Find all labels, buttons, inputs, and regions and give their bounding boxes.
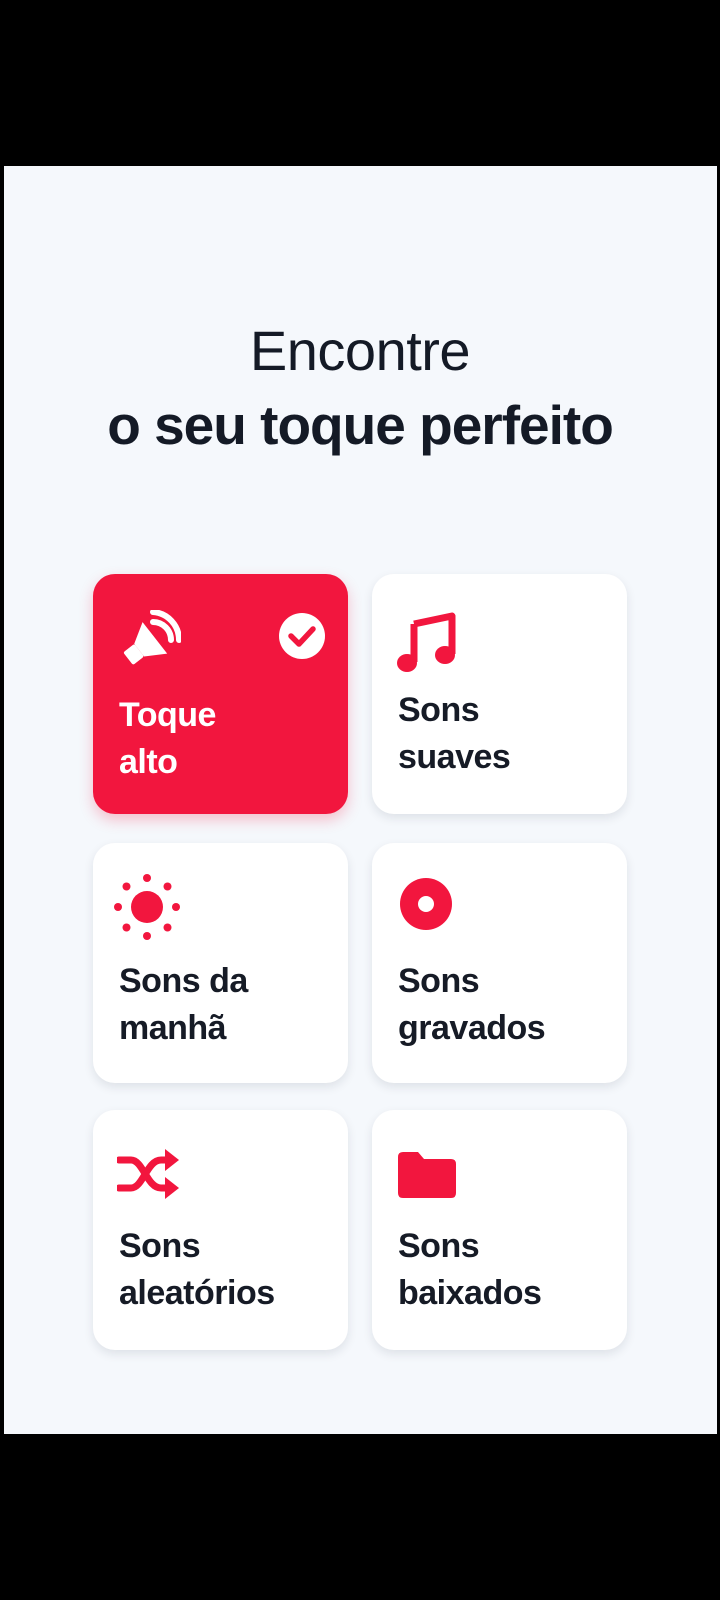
page-title-line2: o seu toque perfeito [107, 394, 614, 456]
page-title-line1: Encontre [249, 319, 471, 382]
category-card-sons-gravados[interactable]: Sons gravados [372, 843, 627, 1083]
category-label: Sons aleatórios [119, 1227, 275, 1312]
category-label: Sons gravados [398, 962, 546, 1047]
category-label: Sons suaves [398, 691, 511, 776]
category-card-toque-alto[interactable]: Toque alto [93, 574, 348, 814]
loud-speaker-icon [117, 609, 183, 674]
category-card-sons-suaves[interactable]: Sons suaves [372, 574, 627, 814]
check-circle-icon [278, 612, 326, 660]
sun-icon [113, 873, 180, 940]
category-card-sons-baixados[interactable]: Sons baixados [372, 1110, 627, 1350]
category-card-sons-da-manha[interactable]: Sons da manhã [93, 843, 348, 1083]
category-label: Toque alto [119, 696, 216, 781]
music-note-icon [396, 610, 460, 674]
shuffle-icon [115, 1146, 181, 1210]
category-label: Sons da manhã [119, 962, 248, 1047]
category-card-sons-aleatorios[interactable]: Sons aleatórios [93, 1110, 348, 1350]
folder-icon [398, 1152, 462, 1216]
record-icon [398, 876, 462, 940]
category-label: Sons baixados [398, 1227, 542, 1312]
